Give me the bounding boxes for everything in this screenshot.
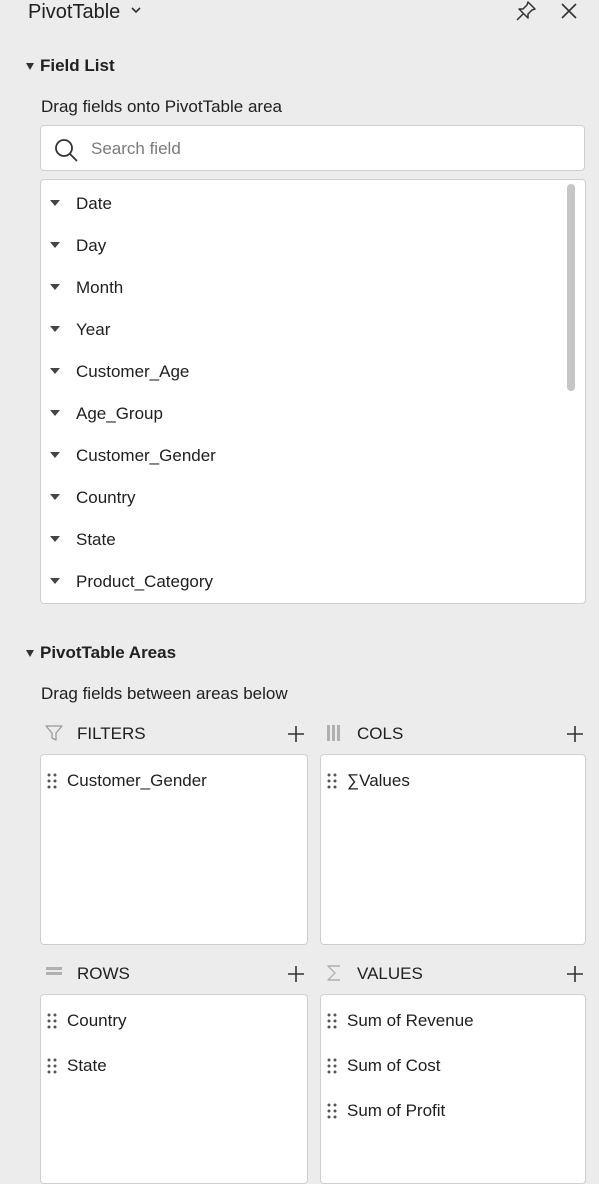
field-list-header[interactable]: Field List xyxy=(26,56,115,76)
field-list-title: Field List xyxy=(40,56,115,75)
field-label: Customer_Gender xyxy=(76,446,216,465)
sigma-icon xyxy=(327,965,340,981)
scrollbar-thumb[interactable] xyxy=(567,184,575,391)
expand-triangle-icon[interactable] xyxy=(50,242,60,248)
field-item-date[interactable]: Date xyxy=(41,189,561,221)
field-item-month[interactable]: Month xyxy=(41,273,561,305)
pin-icon[interactable] xyxy=(515,0,537,22)
add-value-icon[interactable] xyxy=(566,965,584,983)
drag-handle-icon[interactable] xyxy=(327,773,337,789)
pivot-areas-header[interactable]: PivotTable Areas xyxy=(26,643,176,663)
area-item-sum-of-profit[interactable]: Sum of Profit xyxy=(321,1098,581,1124)
area-item-label: Customer_Gender xyxy=(67,771,207,790)
cols-drop-area[interactable]: ∑Values xyxy=(320,754,586,945)
area-item-label: Sum of Profit xyxy=(347,1101,446,1120)
area-item-state[interactable]: State xyxy=(41,1053,301,1079)
area-item-sum-of-cost[interactable]: Sum of Cost xyxy=(321,1053,581,1079)
field-item-customer-gender[interactable]: Customer_Gender xyxy=(41,441,561,473)
cols-label: COLS xyxy=(357,724,404,743)
drag-handle-icon[interactable] xyxy=(47,1013,57,1029)
filters-drop-area[interactable]: Customer_Gender xyxy=(40,754,308,945)
field-label: State xyxy=(76,530,116,549)
area-item-label: Sum of Revenue xyxy=(347,1011,474,1030)
expand-triangle-icon[interactable] xyxy=(50,326,60,332)
field-label: Date xyxy=(76,194,112,213)
filter-icon xyxy=(45,725,63,741)
pane-title[interactable]: PivotTable xyxy=(28,0,120,24)
values-drop-area[interactable]: Sum of Revenue Sum of Cost Sum of Profit xyxy=(320,994,586,1184)
expand-triangle-icon[interactable] xyxy=(50,578,60,584)
expand-triangle-icon[interactable] xyxy=(50,284,60,290)
area-item-country[interactable]: Country xyxy=(41,1008,301,1034)
field-item-age-group[interactable]: Age_Group xyxy=(41,399,561,431)
search-input[interactable] xyxy=(89,134,573,164)
drag-handle-icon[interactable] xyxy=(327,1058,337,1074)
filters-label: FILTERS xyxy=(77,724,146,743)
drag-handle-icon[interactable] xyxy=(47,773,57,789)
field-label: Customer_Age xyxy=(76,362,190,381)
add-filter-icon[interactable] xyxy=(287,725,305,743)
collapse-triangle-icon xyxy=(26,62,34,70)
rows-icon xyxy=(46,967,62,975)
pivot-areas-hint: Drag fields between areas below xyxy=(41,684,288,703)
field-item-year[interactable]: Year xyxy=(41,315,561,347)
search-box[interactable] xyxy=(40,125,585,171)
field-label: Product_Category xyxy=(76,572,214,591)
area-item-customer-gender[interactable]: Customer_Gender xyxy=(41,768,301,794)
field-item-customer-age[interactable]: Customer_Age xyxy=(41,357,561,389)
expand-triangle-icon[interactable] xyxy=(50,536,60,542)
field-list-hint: Drag fields onto PivotTable area xyxy=(41,97,282,116)
field-item-country[interactable]: Country xyxy=(41,483,561,515)
area-item-label: State xyxy=(67,1056,107,1075)
drag-handle-icon[interactable] xyxy=(47,1058,57,1074)
columns-icon xyxy=(327,725,340,741)
field-item-day[interactable]: Day xyxy=(41,231,561,263)
expand-triangle-icon[interactable] xyxy=(50,410,60,416)
values-label: VALUES xyxy=(357,964,423,983)
pivot-areas-title: PivotTable Areas xyxy=(40,643,177,662)
field-label: Month xyxy=(76,278,124,297)
field-item-product-category[interactable]: Product_Category xyxy=(41,567,561,599)
field-label: Year xyxy=(76,320,111,339)
close-icon[interactable] xyxy=(559,1,579,21)
field-label: Country xyxy=(76,488,136,507)
add-row-icon[interactable] xyxy=(287,965,305,983)
area-item-label: Sum of Cost xyxy=(347,1056,441,1075)
field-item-state[interactable]: State xyxy=(41,525,561,557)
expand-triangle-icon[interactable] xyxy=(50,200,60,206)
search-icon xyxy=(55,139,78,162)
chevron-down-icon[interactable] xyxy=(130,4,142,16)
area-item-label: Country xyxy=(67,1011,127,1030)
expand-triangle-icon[interactable] xyxy=(50,494,60,500)
field-label: Day xyxy=(76,236,107,255)
area-item-label: ∑Values xyxy=(347,771,410,790)
drag-handle-icon[interactable] xyxy=(327,1103,337,1119)
expand-triangle-icon[interactable] xyxy=(50,368,60,374)
rows-label: ROWS xyxy=(77,964,130,983)
collapse-triangle-icon xyxy=(26,649,34,657)
add-column-icon[interactable] xyxy=(566,725,584,743)
drag-handle-icon[interactable] xyxy=(327,1013,337,1029)
field-label: Age_Group xyxy=(76,404,163,423)
area-item-values[interactable]: ∑Values xyxy=(321,768,581,794)
field-list[interactable]: Date Day Month Year Customer_Age Age_Gro… xyxy=(40,179,586,604)
area-item-sum-of-revenue[interactable]: Sum of Revenue xyxy=(321,1008,581,1034)
expand-triangle-icon[interactable] xyxy=(50,452,60,458)
rows-drop-area[interactable]: Country State xyxy=(40,994,308,1184)
